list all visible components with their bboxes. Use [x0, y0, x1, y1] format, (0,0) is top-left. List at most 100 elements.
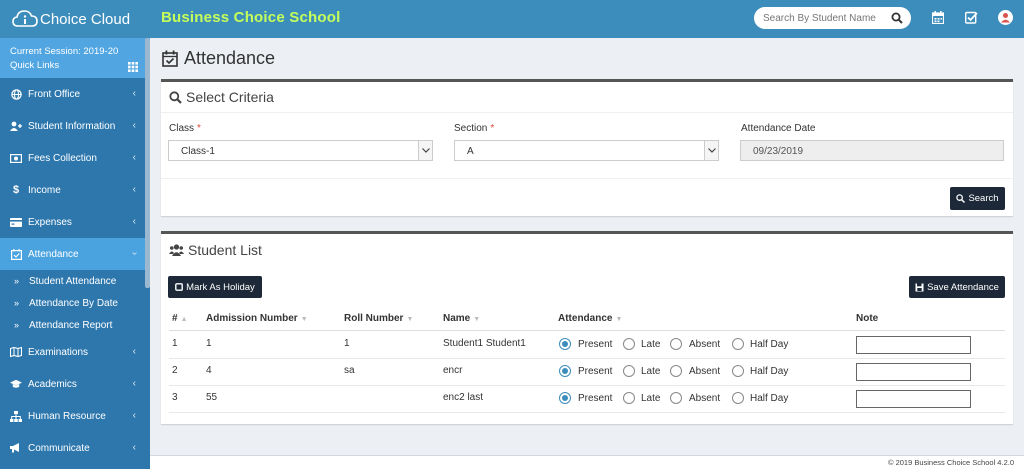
radio-half-day[interactable]	[732, 392, 744, 404]
sidebar-item-front-office[interactable]: Front Office ‹	[0, 78, 150, 110]
section-label: Section *	[454, 123, 495, 134]
note-input[interactable]	[856, 363, 971, 381]
admission-number: 55	[206, 392, 218, 403]
sitemap-icon	[10, 410, 22, 422]
school-name: Business Choice School	[161, 9, 341, 26]
column-header-admission-number[interactable]: Admission Number ▼	[206, 313, 308, 324]
chevron-left-icon: ‹	[132, 88, 136, 99]
column-header-label: Roll Number	[344, 313, 404, 324]
column-header-attendance[interactable]: Attendance ▼	[558, 313, 622, 324]
check-square-icon[interactable]	[965, 11, 978, 24]
chevron-down-icon	[704, 141, 718, 160]
row-number: 1	[172, 338, 178, 349]
class-select[interactable]: Class-1	[168, 140, 433, 161]
admission-number: 1	[206, 338, 212, 349]
logo[interactable]: Choice Cloud	[0, 0, 150, 38]
student-name: encr	[443, 365, 463, 376]
radio-late[interactable]	[623, 392, 635, 404]
sidebar-item-attendance[interactable]: Attendance ‹	[0, 238, 150, 270]
sidebar-item-fees-collection[interactable]: Fees Collection ‹	[0, 142, 150, 174]
radio-present[interactable]	[559, 338, 571, 350]
sort-icon: ▼	[300, 316, 308, 323]
note-input[interactable]	[856, 390, 971, 408]
student-search-box	[754, 7, 911, 29]
sidebar-item-examinations[interactable]: Examinations ‹	[0, 336, 150, 368]
column-header-roll-number[interactable]: Roll Number ▼	[344, 313, 413, 324]
bullhorn-icon	[10, 443, 22, 453]
column-header-number[interactable]: # ▲	[172, 313, 188, 324]
column-header-name[interactable]: Name ▼	[443, 313, 480, 324]
column-header-label: Admission Number	[206, 313, 298, 324]
attendance-date-input[interactable]: 09/23/2019	[740, 140, 1004, 161]
radio-label: Late	[641, 393, 661, 404]
sidebar-item-expenses[interactable]: Expenses ‹	[0, 206, 150, 238]
sidebar-item-label: Examinations	[28, 346, 89, 358]
user-avatar-icon[interactable]	[998, 10, 1013, 25]
section-select-value: A	[467, 146, 474, 157]
sidebar-subitem-label: Attendance By Date	[29, 297, 118, 309]
sidebar-item-income[interactable]: $ Income ‹	[0, 174, 150, 206]
radio-label: Late	[641, 366, 661, 377]
search-button-label: Search	[968, 193, 999, 204]
page-title: Attendance	[162, 48, 275, 69]
sidebar-item-label: Student Information	[28, 120, 116, 132]
quick-links-label[interactable]: Quick Links	[10, 59, 140, 73]
sidebar-item-student-information[interactable]: Student Information ‹	[0, 110, 150, 142]
sidebar-item-label: Income	[28, 184, 61, 196]
row-divider	[169, 385, 1005, 386]
sidebar-subitem-label: Attendance Report	[29, 319, 113, 331]
radio-label: Half Day	[750, 339, 789, 350]
roll-number: sa	[344, 365, 355, 376]
radio-label: Late	[641, 339, 661, 350]
radio-present[interactable]	[559, 392, 571, 404]
student-search-input[interactable]	[763, 12, 881, 24]
double-chevron-icon: »	[14, 298, 20, 308]
student-list-header: Student List	[161, 234, 1013, 265]
radio-absent[interactable]	[670, 365, 682, 377]
save-attendance-button[interactable]: Save Attendance	[909, 276, 1005, 298]
chevron-down-icon	[418, 141, 432, 160]
mark-as-holiday-label: Mark As Holiday	[186, 281, 255, 293]
class-label-text: Class	[169, 123, 195, 134]
sidebar-scrollbar[interactable]	[145, 38, 150, 288]
sidebar-item-human-resource[interactable]: Human Resource ‹	[0, 400, 150, 432]
dollar-icon: $	[12, 184, 20, 196]
sidebar-subitem-label: Student Attendance	[29, 275, 117, 287]
section-select[interactable]: A	[454, 140, 719, 161]
sidebar-subitem-student-attendance[interactable]: » Student Attendance	[0, 270, 150, 292]
chevron-down-icon: ‹	[128, 251, 140, 256]
radio-late[interactable]	[623, 365, 635, 377]
user-plus-icon	[10, 121, 22, 132]
radio-absent[interactable]	[670, 338, 682, 350]
class-label: Class *	[169, 123, 201, 134]
note-input[interactable]	[856, 336, 971, 354]
radio-absent[interactable]	[670, 392, 682, 404]
select-criteria-title: Select Criteria	[186, 89, 274, 105]
cloud-info-icon	[12, 10, 38, 27]
mark-as-holiday-button[interactable]: Mark As Holiday	[168, 276, 262, 298]
sidebar-item-label: Expenses	[28, 216, 72, 228]
search-button[interactable]: Search	[950, 187, 1005, 210]
search-icon[interactable]	[891, 12, 903, 24]
sidebar-item-communicate[interactable]: Communicate ‹	[0, 432, 150, 464]
radio-half-day[interactable]	[732, 338, 744, 350]
radio-late[interactable]	[623, 338, 635, 350]
select-criteria-box: Select Criteria Class * Class-1 Section * …	[161, 79, 1013, 216]
calendar-icon[interactable]	[932, 11, 944, 24]
grid-icon[interactable]	[128, 62, 138, 72]
sidebar-subitem-attendance-report[interactable]: » Attendance Report	[0, 314, 150, 336]
radio-present[interactable]	[559, 365, 571, 377]
sort-icon: ▼	[615, 316, 623, 323]
column-header-label: Attendance	[558, 313, 613, 324]
radio-half-day[interactable]	[732, 365, 744, 377]
top-navbar: Choice Cloud Business Choice School	[0, 0, 1024, 38]
row-number: 3	[172, 392, 178, 403]
sidebar-subitem-attendance-by-date[interactable]: » Attendance By Date	[0, 292, 150, 314]
sidebar-item-academics[interactable]: Academics ‹	[0, 368, 150, 400]
radio-label: Absent	[689, 393, 721, 404]
radio-label: Absent	[689, 339, 721, 350]
radio-label: Present	[578, 393, 613, 404]
sidebar-item-label: Front Office	[28, 88, 81, 100]
chevron-left-icon: ‹	[132, 120, 136, 131]
header-divider	[169, 330, 1005, 331]
